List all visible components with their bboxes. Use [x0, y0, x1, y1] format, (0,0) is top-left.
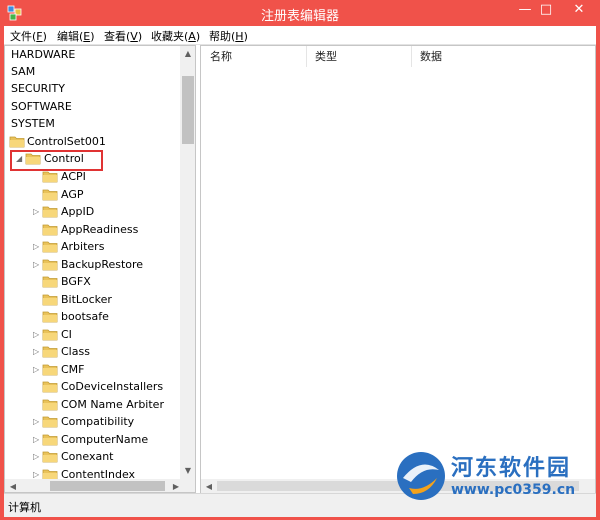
tree-item-label: ContentIndex — [61, 467, 136, 480]
watermark-logo-icon — [397, 452, 445, 500]
folder-icon — [42, 241, 58, 253]
scroll-down-icon[interactable]: ▼ — [180, 466, 195, 475]
expand-icon[interactable]: ▷ — [33, 466, 41, 480]
expand-icon[interactable]: ▷ — [33, 326, 41, 343]
tree-item-label: AppID — [61, 205, 95, 218]
folder-icon — [42, 416, 58, 428]
status-path: 计算机 — [8, 501, 41, 514]
tree-item-label: BackupRestore — [61, 257, 144, 271]
tree-item-label: AppReadiness — [61, 222, 139, 236]
tree-vertical-scroll-thumb[interactable] — [182, 76, 194, 144]
expand-icon[interactable]: ▷ — [33, 361, 41, 378]
folder-icon — [42, 259, 58, 270]
tree-vertical-scrollbar[interactable]: ▲ ▼ — [180, 46, 195, 479]
folder-icon — [42, 276, 58, 288]
column-separator[interactable] — [411, 46, 412, 67]
values-list-pane: 名称 类型 数据 ◀ — [200, 45, 596, 493]
tree-item-label: Class — [61, 345, 90, 358]
folder-icon — [42, 171, 58, 183]
scroll-up-icon[interactable]: ▲ — [180, 49, 195, 58]
expand-icon[interactable]: ▷ — [33, 413, 41, 430]
scroll-right-icon[interactable]: ▶ — [168, 482, 184, 491]
selection-highlight-box — [10, 150, 103, 171]
scroll-left-icon[interactable]: ◀ — [5, 482, 21, 491]
folder-icon — [42, 329, 58, 340]
tree-item-label: CoDeviceInstallers — [61, 380, 164, 393]
maximize-button[interactable]: □ — [532, 0, 560, 20]
folder-icon — [42, 294, 58, 305]
folder-icon — [9, 136, 25, 148]
column-header-type[interactable]: 类型 — [315, 46, 337, 67]
column-header-data[interactable]: 数据 — [420, 46, 442, 67]
menu-favorites[interactable]: 收藏夹(A) — [151, 28, 200, 44]
expand-icon[interactable]: ▷ — [33, 343, 41, 360]
folder-icon — [42, 311, 58, 323]
tree-item-label: Arbiters — [61, 240, 105, 253]
key-tree-pane: HARDWARE SAM SECURITY SOFTWARE SYSTEM Co… — [4, 45, 196, 493]
tree-horizontal-scroll-thumb[interactable] — [50, 481, 165, 491]
menu-edit[interactable]: 编辑(E) — [57, 28, 95, 44]
column-header-name[interactable]: 名称 — [210, 46, 232, 67]
tree-item-label: COM Name Arbiter — [61, 397, 164, 411]
tree-item-label: BGFX — [61, 275, 91, 288]
folder-icon — [42, 434, 58, 445]
watermark-title: 河东软件园 — [451, 455, 572, 481]
expand-icon[interactable]: ▷ — [33, 238, 41, 255]
tree-item-label: AGP — [61, 187, 84, 201]
folder-icon — [42, 224, 58, 235]
folder-icon — [42, 189, 58, 200]
menu-file[interactable]: 文件(F) — [10, 28, 47, 44]
tree-horizontal-scrollbar[interactable]: ◀ ▶ — [5, 479, 195, 492]
expand-icon[interactable]: ▷ — [33, 256, 41, 273]
title-bar[interactable]: 注册表编辑器 — □ ✕ — [0, 0, 600, 26]
close-button[interactable]: ✕ — [560, 0, 598, 20]
expand-icon[interactable]: ▷ — [33, 431, 41, 448]
scroll-left-icon[interactable]: ◀ — [201, 482, 217, 491]
folder-icon — [42, 346, 58, 358]
tree-item-label: CI — [61, 327, 72, 341]
tree-item-label: bootsafe — [61, 310, 109, 323]
tree-item-label: ComputerName — [61, 432, 149, 446]
folder-icon — [42, 206, 58, 218]
folder-icon — [42, 469, 58, 479]
menu-help[interactable]: 帮助(H) — [209, 28, 248, 44]
tree-item-label: Conexant — [61, 450, 114, 463]
tree-item-label: Compatibility — [61, 415, 135, 428]
folder-icon — [42, 364, 58, 375]
menu-bar: 文件(F) 编辑(E) 查看(V) 收藏夹(A) 帮助(H) — [4, 26, 596, 45]
expand-icon[interactable]: ▷ — [33, 203, 41, 220]
registry-editor-window: 注册表编辑器 — □ ✕ 文件(F) 编辑(E) 查看(V) 收藏夹(A) 帮助… — [0, 0, 600, 520]
menu-view[interactable]: 查看(V) — [104, 28, 142, 44]
client-area: HARDWARE SAM SECURITY SOFTWARE SYSTEM Co… — [4, 45, 596, 493]
expand-icon[interactable]: ▷ — [33, 448, 41, 465]
tree-item-label: BitLocker — [61, 292, 112, 306]
folder-icon — [42, 399, 58, 410]
site-watermark: 河东软件园 www.pc0359.cn — [393, 448, 593, 508]
folder-icon — [42, 451, 58, 463]
tree-item-label: CMF — [61, 362, 85, 376]
key-tree: HARDWARE SAM SECURITY SOFTWARE SYSTEM Co… — [5, 46, 180, 479]
watermark-url: www.pc0359.cn — [451, 482, 576, 498]
folder-icon — [42, 381, 58, 393]
column-separator[interactable] — [306, 46, 307, 67]
